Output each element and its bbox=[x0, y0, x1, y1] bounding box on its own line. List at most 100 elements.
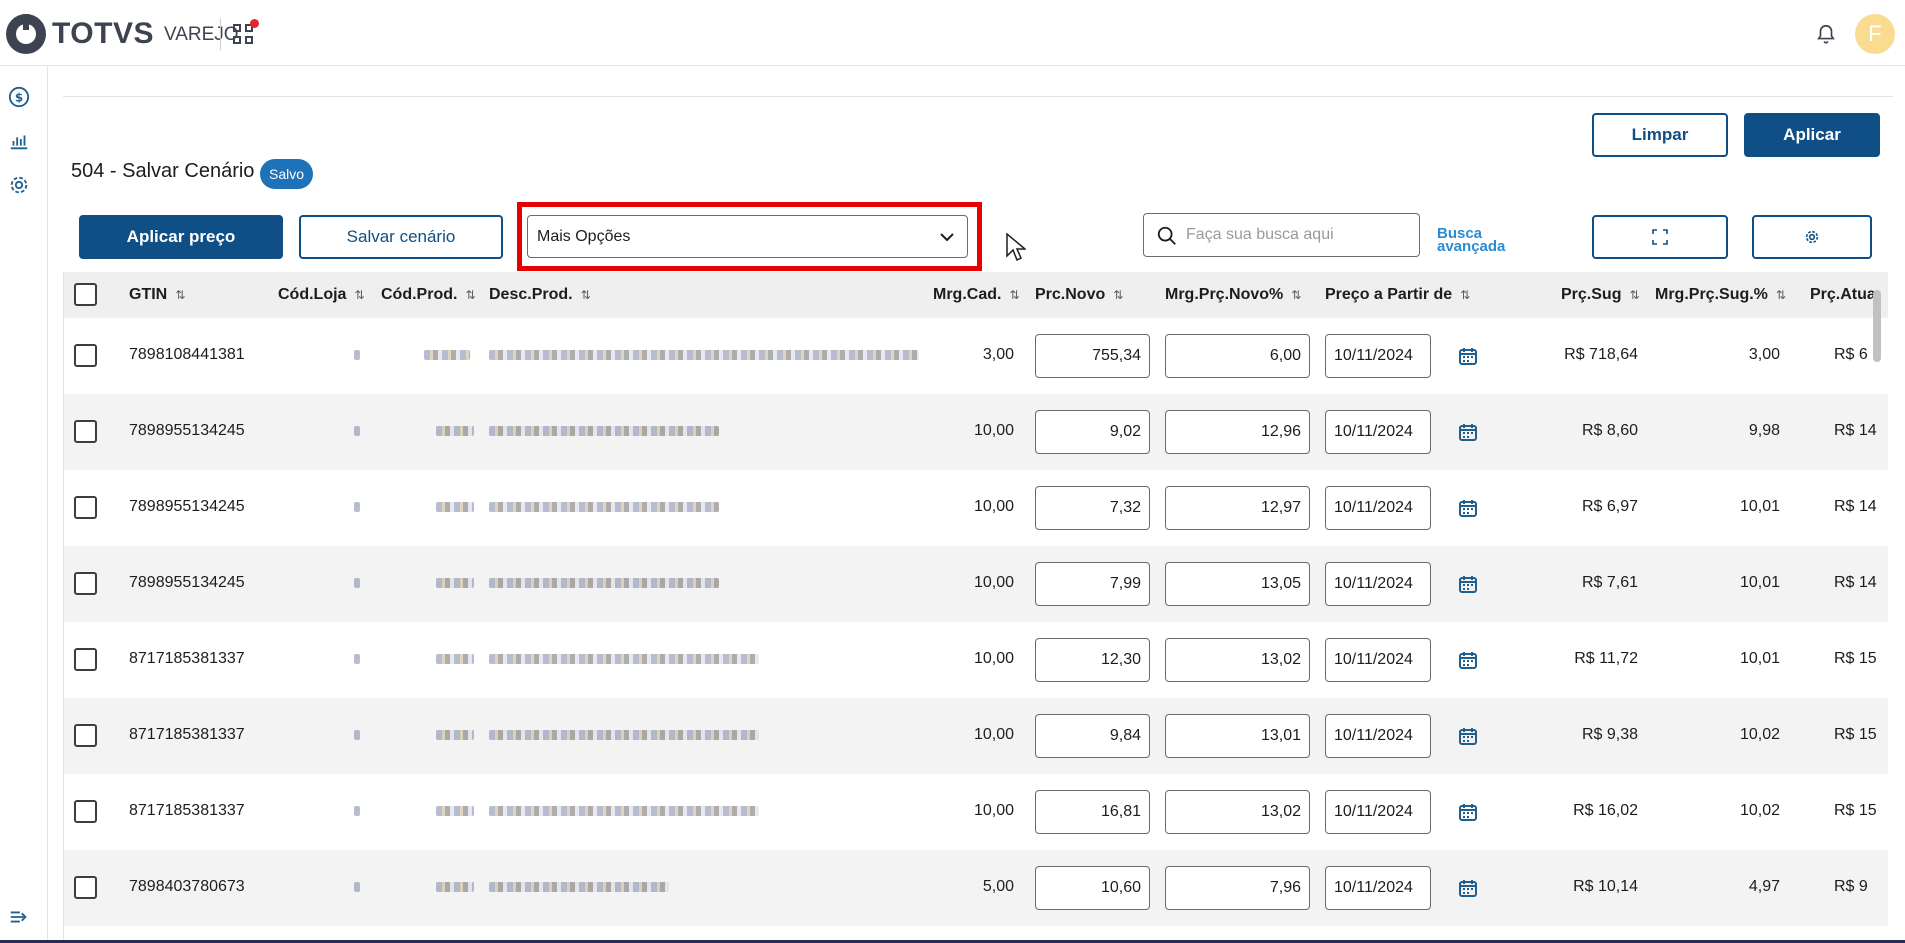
row-checkbox[interactable] bbox=[74, 496, 97, 519]
col-mrg-prc-sug[interactable]: Mrg.Prç.Sug.% ⇅ bbox=[1655, 286, 1786, 304]
mrg-prc-novo-input[interactable]: 12,96 bbox=[1165, 410, 1310, 454]
fullscreen-button[interactable] bbox=[1592, 215, 1728, 259]
cell-prc-sug: R$ 6,97 bbox=[1581, 498, 1638, 515]
date-input[interactable]: 10/11/2024 bbox=[1325, 410, 1431, 454]
calendar-icon[interactable] bbox=[1458, 498, 1478, 518]
prc-novo-input[interactable]: 12,30 bbox=[1035, 638, 1150, 682]
clear-button[interactable]: Limpar bbox=[1592, 113, 1728, 157]
expand-menu-icon[interactable] bbox=[8, 906, 30, 928]
row-checkbox[interactable] bbox=[74, 724, 97, 747]
cell-cod-loja-redacted bbox=[354, 730, 360, 740]
select-all-checkbox[interactable] bbox=[74, 283, 97, 306]
status-badge: Salvo bbox=[260, 159, 314, 189]
mrg-prc-novo-input[interactable]: 7,96 bbox=[1165, 866, 1310, 910]
date-input[interactable]: 10/11/2024 bbox=[1325, 638, 1431, 682]
date-input[interactable]: 10/11/2024 bbox=[1325, 790, 1431, 834]
prc-novo-input[interactable]: 7,99 bbox=[1035, 562, 1150, 606]
prc-novo-input[interactable]: 7,32 bbox=[1035, 486, 1150, 530]
svg-text:$: $ bbox=[15, 91, 23, 105]
top-bar: TOTVS VAREJO F bbox=[0, 0, 1905, 66]
cell-prc-atual: R$ 9 bbox=[1834, 878, 1868, 895]
cell-gtin: 7898955134245 bbox=[129, 574, 245, 591]
cell-cod-loja-redacted bbox=[354, 882, 360, 892]
search-input[interactable] bbox=[1186, 224, 1411, 246]
mrg-prc-novo-input[interactable]: 13,05 bbox=[1165, 562, 1310, 606]
col-cod-loja[interactable]: Cód.Loja ⇅ bbox=[278, 286, 365, 304]
advanced-search-link[interactable]: Busca avançada bbox=[1437, 226, 1517, 254]
table-row[interactable]: 7898403780673 5,00 10,60 7,96 10/11/2024 R$ 1… bbox=[64, 850, 1888, 926]
table-row[interactable]: 7898955134245 10,00 9,02 12,96 10/11/2024 R$ … bbox=[64, 394, 1888, 470]
cell-mrg-cad: 10,00 bbox=[973, 726, 1014, 743]
more-options-select[interactable]: Mais Opções bbox=[527, 215, 968, 258]
mrg-prc-novo-input[interactable]: 6,00 bbox=[1165, 334, 1310, 378]
mrg-prc-novo-input[interactable]: 13,02 bbox=[1165, 790, 1310, 834]
row-checkbox[interactable] bbox=[74, 648, 97, 671]
cell-prc-atual: R$ 14 bbox=[1834, 422, 1877, 439]
calendar-icon[interactable] bbox=[1458, 650, 1478, 670]
chevron-down-icon bbox=[940, 233, 954, 242]
calendar-icon[interactable] bbox=[1458, 346, 1478, 366]
table-row[interactable]: 7898955134245 10,00 7,32 12,97 10/11/2024 R$ … bbox=[64, 470, 1888, 546]
gear-icon[interactable] bbox=[8, 174, 30, 196]
table-row[interactable]: 7898955134245 10,00 7,99 13,05 10/11/2024 R$ … bbox=[64, 546, 1888, 622]
cell-mrg-cad: 3,00 bbox=[982, 346, 1014, 363]
col-mrg-cad[interactable]: Mrg.Cad. ⇅ bbox=[933, 286, 1020, 304]
cell-cod-prod-redacted bbox=[424, 350, 470, 360]
mouse-cursor-icon bbox=[1006, 233, 1026, 262]
prc-novo-input[interactable]: 9,02 bbox=[1035, 410, 1150, 454]
vertical-scrollbar[interactable] bbox=[1873, 290, 1881, 362]
calendar-icon[interactable] bbox=[1458, 726, 1478, 746]
save-scenario-button[interactable]: Salvar cenário bbox=[299, 215, 503, 259]
calendar-icon[interactable] bbox=[1458, 422, 1478, 442]
prc-novo-input[interactable]: 755,34 bbox=[1035, 334, 1150, 378]
table-row[interactable]: 8717185381337 10,00 12,30 13,02 10/11/2024 R$… bbox=[64, 622, 1888, 698]
table-row[interactable]: 7898108441381 3,00 755,34 6,00 10/11/2024 R$ … bbox=[64, 318, 1888, 394]
cell-cod-prod-redacted bbox=[436, 502, 474, 512]
date-input[interactable]: 10/11/2024 bbox=[1325, 714, 1431, 758]
prc-novo-input[interactable]: 9,84 bbox=[1035, 714, 1150, 758]
row-checkbox[interactable] bbox=[74, 420, 97, 443]
dollar-icon[interactable]: $ bbox=[8, 86, 30, 108]
fullscreen-icon bbox=[1652, 229, 1668, 245]
cell-mrg-cad: 10,00 bbox=[973, 574, 1014, 591]
cell-mrg-cad: 10,00 bbox=[973, 498, 1014, 515]
row-checkbox[interactable] bbox=[74, 876, 97, 899]
settings-button[interactable] bbox=[1752, 215, 1872, 259]
table-row[interactable]: 8717185381337 10,00 9,84 13,01 10/11/2024 R$ … bbox=[64, 698, 1888, 774]
row-checkbox[interactable] bbox=[74, 344, 97, 367]
calendar-icon[interactable] bbox=[1458, 574, 1478, 594]
prc-novo-input[interactable]: 16,81 bbox=[1035, 790, 1150, 834]
apply-button[interactable]: Aplicar bbox=[1744, 113, 1880, 157]
apply-price-button[interactable]: Aplicar preço bbox=[79, 215, 283, 259]
cell-desc-prod-redacted bbox=[489, 350, 919, 360]
col-prc-atual[interactable]: Prç.Atua bbox=[1810, 286, 1876, 304]
col-prc-novo[interactable]: Prc.Novo ⇅ bbox=[1035, 286, 1123, 304]
avatar[interactable]: F bbox=[1855, 14, 1895, 54]
cell-mrg-prc-sug: 4,97 bbox=[1748, 878, 1780, 895]
col-mrg-prc-novo[interactable]: Mrg.Prç.Novo% ⇅ bbox=[1165, 286, 1301, 304]
chart-icon[interactable] bbox=[8, 130, 30, 152]
row-checkbox[interactable] bbox=[74, 572, 97, 595]
mrg-prc-novo-input[interactable]: 13,01 bbox=[1165, 714, 1310, 758]
row-checkbox[interactable] bbox=[74, 800, 97, 823]
calendar-icon[interactable] bbox=[1458, 878, 1478, 898]
prc-novo-input[interactable]: 10,60 bbox=[1035, 866, 1150, 910]
date-input[interactable]: 10/11/2024 bbox=[1325, 486, 1431, 530]
col-desc-prod[interactable]: Desc.Prod. ⇅ bbox=[489, 286, 591, 304]
col-gtin[interactable]: GTIN ⇅ bbox=[129, 286, 185, 304]
col-preco-a-partir[interactable]: Preço a Partir de ⇅ bbox=[1325, 286, 1470, 304]
bell-icon[interactable] bbox=[1815, 22, 1837, 46]
cell-prc-atual: R$ 15 bbox=[1834, 650, 1877, 667]
col-prc-sug[interactable]: Prç.Sug ⇅ bbox=[1561, 286, 1640, 304]
date-input[interactable]: 10/11/2024 bbox=[1325, 334, 1431, 378]
mrg-prc-novo-input[interactable]: 12,97 bbox=[1165, 486, 1310, 530]
date-input[interactable]: 10/11/2024 bbox=[1325, 562, 1431, 606]
totvs-logo[interactable]: TOTVS VAREJO bbox=[6, 14, 239, 54]
table-row[interactable]: 8717185381337 10,00 16,81 13,02 10/11/2024 R$… bbox=[64, 774, 1888, 850]
search-box[interactable] bbox=[1143, 213, 1420, 257]
col-cod-prod[interactable]: Cód.Prod. ⇅ bbox=[381, 286, 476, 304]
date-input[interactable]: 10/11/2024 bbox=[1325, 866, 1431, 910]
calendar-icon[interactable] bbox=[1458, 802, 1478, 822]
mrg-prc-novo-input[interactable]: 13,02 bbox=[1165, 638, 1310, 682]
cell-mrg-cad: 10,00 bbox=[973, 802, 1014, 819]
